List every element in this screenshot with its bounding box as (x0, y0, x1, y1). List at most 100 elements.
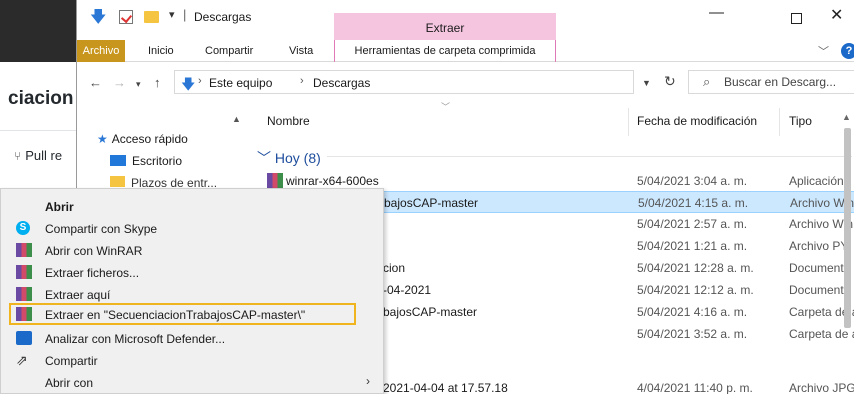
extract-label: Extraer (425, 21, 465, 35)
navigation-pane: ★Acceso rápido Escritorio📌 Plazos de ent… (77, 108, 247, 190)
file-name: bajosCAP-master (384, 196, 479, 210)
column-header-tipo[interactable]: Tipo (789, 114, 812, 128)
file-date: 5/04/2021 3:52 a. m. (637, 327, 748, 341)
up-arrow-icon[interactable]: ↑ (154, 75, 161, 90)
sort-indicator-icon: ﹀ (441, 102, 451, 112)
nav-item-escritorio[interactable]: Escritorio📌 (110, 154, 182, 174)
title-separator: | (183, 7, 187, 22)
menu-item-label: Extraer en "SecuenciacionTrabajosCAP-mas… (45, 308, 306, 322)
chevron-down-icon[interactable]: ﹀ (818, 43, 829, 59)
pull-requests-label: Pull re (25, 148, 63, 163)
window-title: Descargas (194, 10, 252, 24)
nav-item-acceso-rapido[interactable]: ★ Acceso rápido (97, 132, 188, 152)
properties-icon[interactable] (119, 10, 133, 24)
recent-locations-icon[interactable]: ▾ (136, 79, 141, 90)
folder-icon (110, 176, 125, 187)
file-date: 5/04/2021 4:15 a. m. (638, 196, 749, 210)
column-header-nombre[interactable]: Nombre (267, 114, 310, 128)
search-input[interactable] (724, 72, 854, 92)
winrar-icon (16, 265, 32, 279)
defender-icon (16, 331, 32, 345)
file-date: 5/04/2021 3:04 a. m. (637, 174, 748, 188)
address-bar[interactable]: 🡇 › Este equipo › Descargas (174, 70, 634, 94)
file-date: 5/04/2021 12:12 a. m. (637, 283, 754, 297)
winrar-icon (267, 173, 283, 188)
menu-item-label: Abrir con WinRAR (45, 244, 143, 258)
collapse-chevron-icon: ﹀ (257, 150, 275, 166)
breadcrumb-este-equipo[interactable]: Este equipo (209, 76, 272, 90)
column-separator (628, 108, 629, 136)
file-name: cion (383, 261, 406, 275)
minimize-button[interactable]: — (709, 4, 724, 21)
winrar-icon (16, 243, 32, 257)
menu-item-compartir[interactable]: ⇗ Compartir (1, 349, 383, 371)
tab-compartir[interactable]: Compartir (205, 40, 253, 62)
breadcrumb-descargas[interactable]: Descargas (313, 76, 370, 90)
scrollbar-thumb[interactable] (844, 128, 851, 328)
file-date: 5/04/2021 12:28 a. m. (637, 261, 754, 275)
submenu-arrow-icon: › (366, 374, 370, 388)
menu-item-compartir-skype[interactable]: S Compartir con Skype (1, 217, 383, 239)
forward-arrow-icon[interactable]: → (113, 75, 126, 90)
tab-inicio[interactable]: Inicio (148, 40, 174, 62)
file-name: winrar-x64-600es (286, 174, 379, 188)
back-arrow-icon[interactable]: ← (89, 75, 102, 90)
group-header-hoy[interactable]: ﹀ Hoy (8) (257, 148, 321, 168)
menu-item-label: Abrir (45, 200, 74, 214)
search-icon: ⌕ (703, 74, 711, 89)
download-arrow-icon: 🡇 (90, 9, 107, 26)
close-button[interactable]: ✕ (830, 5, 843, 25)
winrar-icon (16, 307, 32, 321)
share-icon: ⇗ (16, 352, 28, 368)
menu-item-extraer-ficheros[interactable]: Extraer ficheros... (1, 261, 383, 283)
pull-requests-tab[interactable]: ⑂ Pull re (14, 148, 62, 163)
file-date: 5/04/2021 2:57 a. m. (637, 217, 748, 231)
file-date: 5/04/2021 1:21 a. m. (637, 239, 748, 253)
address-dropdown-icon[interactable]: ▼ (642, 78, 651, 88)
group-label: Hoy (8) (274, 150, 321, 166)
menu-item-abrir-con[interactable]: Abrir con › (1, 371, 383, 393)
menu-item-label: Analizar con Microsoft Defender... (45, 332, 226, 346)
column-separator (779, 108, 780, 136)
scroll-up-icon[interactable]: ▲ (842, 112, 851, 122)
pull-request-icon: ⑂ (14, 149, 22, 163)
context-menu: Abrir S Compartir con Skype Abrir con Win… (0, 188, 384, 394)
downloads-icon: 🡇 (181, 76, 196, 92)
quick-access-dropdown-icon[interactable]: ▾ (169, 8, 175, 21)
file-date: 5/04/2021 4:16 a. m. (637, 305, 748, 319)
maximize-button[interactable] (791, 13, 802, 24)
vertical-scrollbar[interactable]: ▲ (837, 104, 854, 394)
file-date: 4/04/2021 11:40 p. m. (637, 381, 753, 394)
nav-item-label: Acceso rápido (111, 132, 188, 146)
tab-herramientas-carpeta-comprimida[interactable]: Herramientas de carpeta comprimida (334, 40, 556, 62)
breadcrumb-separator: › (300, 75, 304, 87)
help-icon[interactable]: ? (841, 43, 854, 59)
menu-item-abrir-winrar[interactable]: Abrir con WinRAR (1, 239, 383, 261)
title-bar: 🡇 ▾ | Descargas Extraer — ✕ (77, 0, 854, 40)
refresh-icon[interactable]: ↻ (664, 73, 676, 90)
navpane-scroll-up-icon[interactable]: ▲ (232, 114, 241, 124)
menu-item-extraer-en[interactable]: Extraer en "SecuenciacionTrabajosCAP-mas… (9, 303, 356, 325)
tab-archivo[interactable]: Archivo (77, 40, 125, 62)
menu-item-extraer-aqui[interactable]: Extraer aquí (1, 283, 383, 305)
file-name: 2021-04-04 at 17.57.18 (383, 381, 508, 394)
menu-item-label: Compartir (45, 354, 98, 368)
file-name: bajosCAP-master (383, 305, 478, 319)
file-name: -04-2021 (383, 283, 432, 297)
group-divider (327, 156, 852, 157)
tab-vista[interactable]: Vista (289, 40, 313, 62)
menu-item-label: Extraer ficheros... (45, 266, 140, 280)
new-folder-icon[interactable] (144, 11, 159, 23)
column-header-fecha[interactable]: Fecha de modificación (637, 114, 757, 128)
menu-item-label: Extraer aquí (45, 288, 111, 302)
menu-item-analizar-defender[interactable]: Analizar con Microsoft Defender... (1, 327, 383, 349)
search-box[interactable]: ⌕ (688, 70, 854, 94)
menu-item-label: Abrir con (45, 376, 94, 390)
star-icon: ★ (97, 132, 108, 146)
menu-item-abrir[interactable]: Abrir (1, 195, 383, 217)
menu-item-label: Compartir con Skype (45, 222, 158, 236)
skype-icon: S (16, 221, 30, 235)
navigation-bar: ← → ▾ ↑ 🡇 › Este equipo › Descargas ▼ ↻ … (77, 67, 854, 99)
browser-dark-header (0, 0, 76, 62)
breadcrumb-separator: › (198, 75, 202, 87)
